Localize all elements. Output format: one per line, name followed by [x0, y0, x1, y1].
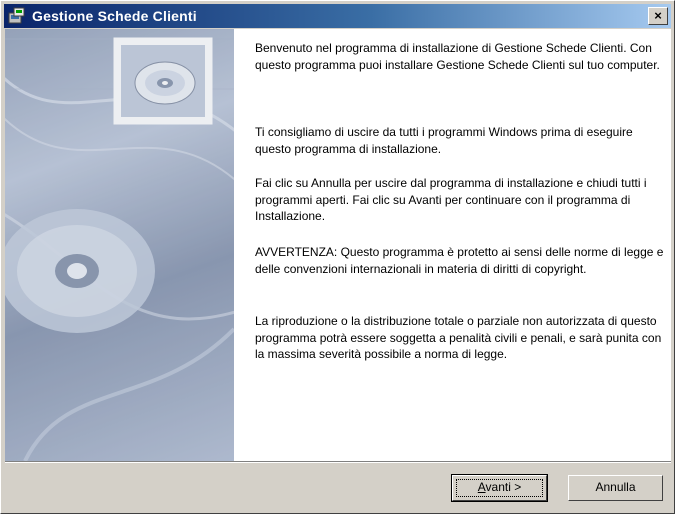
close-button[interactable]: × [648, 7, 668, 25]
next-button[interactable]: Avanti > [451, 474, 548, 502]
warning-paragraph: AVVERTENZA: Questo programma è protetto … [255, 245, 664, 276]
instructions-paragraph: Fai clic su Annulla per uscire dal progr… [255, 176, 647, 223]
cancel-button[interactable]: Annulla [568, 475, 663, 501]
cd-artwork [5, 29, 234, 461]
focus-rectangle [456, 479, 543, 497]
side-banner-image [5, 29, 234, 461]
window-title: Gestione Schede Clienti [32, 8, 197, 24]
setup-window: Gestione Schede Clienti × Benvenuto nel … [0, 0, 675, 514]
welcome-text-panel: Benvenuto nel programma di installazione… [234, 29, 671, 461]
welcome-paragraph: Benvenuto nel programma di installazione… [255, 41, 660, 72]
setup-icon [8, 7, 25, 24]
advice-paragraph: Ti consigliamo di uscire da tutti i prog… [255, 125, 633, 156]
title-bar[interactable]: Gestione Schede Clienti × [4, 4, 671, 28]
button-separator [5, 461, 671, 463]
legal-paragraph: La riproduzione o la distribuzione total… [255, 314, 662, 361]
